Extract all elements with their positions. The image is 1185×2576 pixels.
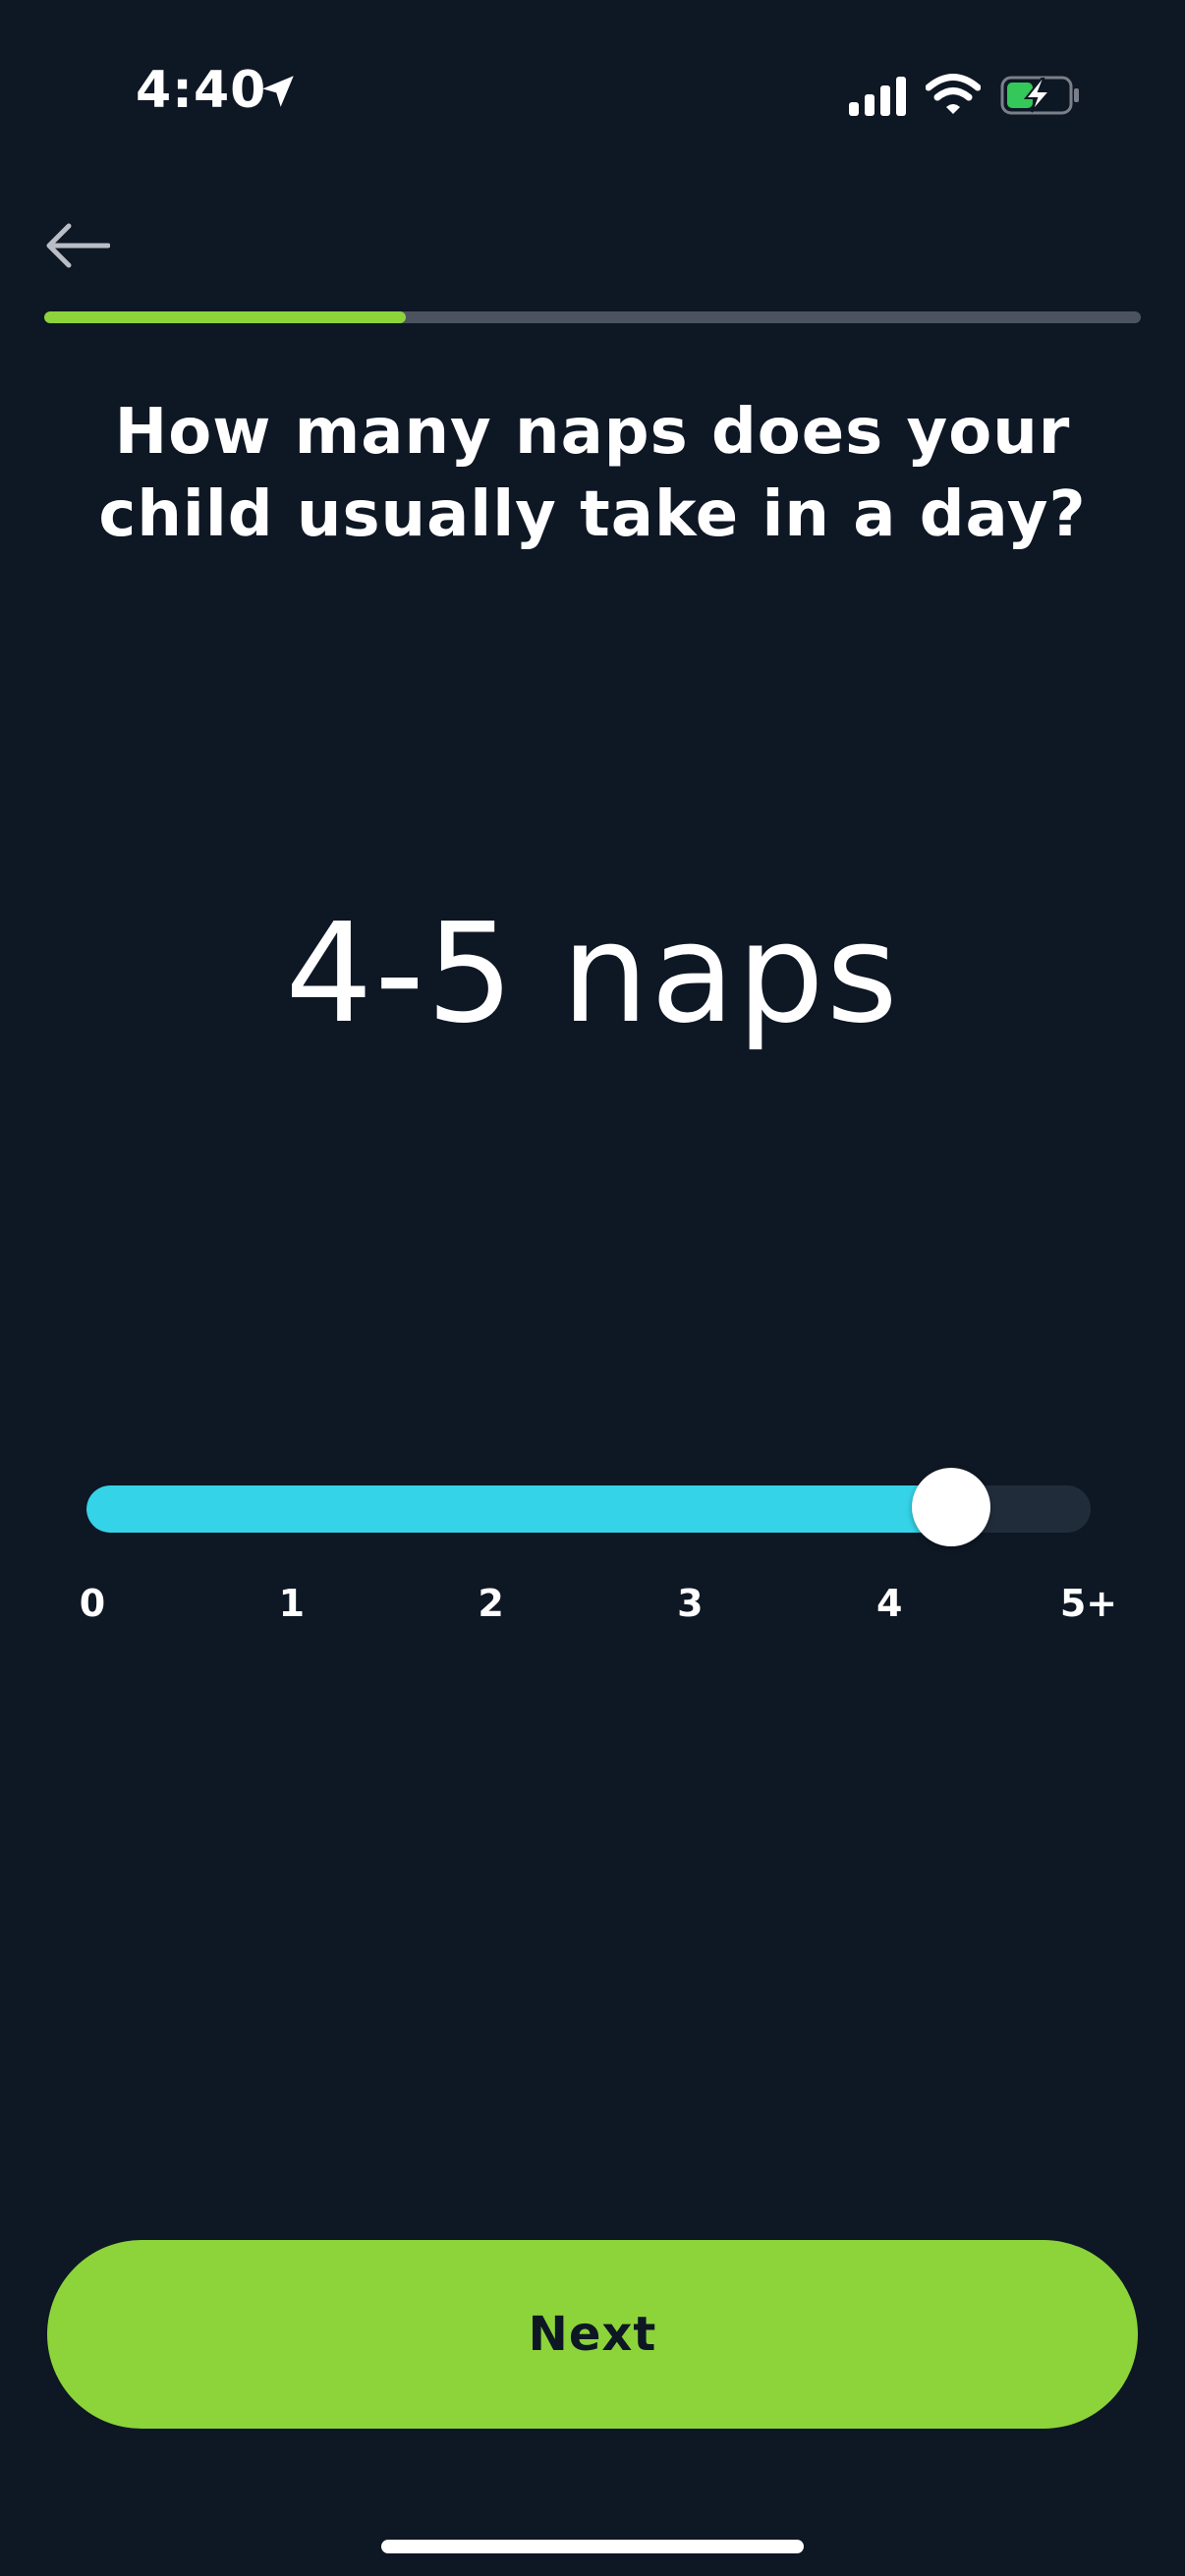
slider-tick-label: 5+: [1059, 1582, 1118, 1625]
slider-tick-label: 0: [79, 1582, 106, 1625]
naps-slider[interactable]: [86, 1468, 1091, 1546]
slider-tick-labels: 0 1 2 3 4 5+: [0, 1582, 1185, 1641]
cellular-signal-icon: [849, 77, 906, 116]
slider-tick-label: 2: [478, 1582, 504, 1625]
arrow-left-icon: [46, 223, 110, 268]
wifi-icon: [926, 74, 981, 114]
status-bar: 4:40: [0, 0, 1185, 187]
progress-fill: [44, 311, 407, 323]
status-time: 4:40: [136, 61, 267, 120]
slider-tick-label: 3: [677, 1582, 704, 1625]
selected-value-display: 4-5 naps: [285, 894, 900, 1054]
slider-tick-label: 4: [875, 1582, 903, 1625]
slider-tick-label: 1: [278, 1582, 306, 1625]
battery-charging-icon: [1000, 76, 1079, 115]
slider-fill: [86, 1485, 975, 1533]
next-button[interactable]: Next: [47, 2240, 1138, 2429]
back-button[interactable]: [33, 206, 122, 285]
slider-thumb[interactable]: [911, 1468, 990, 1546]
location-arrow-icon: [262, 76, 294, 107]
question-title: How many naps does your child usually ta…: [98, 396, 1087, 551]
onboarding-progress-bar: [44, 311, 1141, 323]
home-indicator: [381, 2540, 804, 2553]
